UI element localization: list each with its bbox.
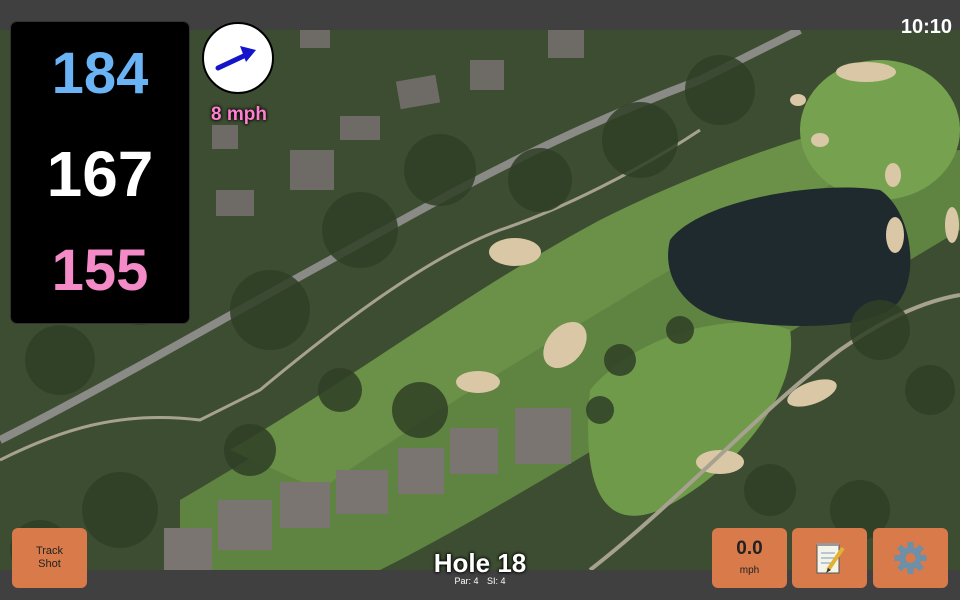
wind-indicator <box>202 22 274 94</box>
notepad-icon <box>816 543 845 574</box>
shot-distance-button[interactable]: 0.0 mph <box>712 528 787 588</box>
track-shot-label-line2: Shot <box>38 558 61 570</box>
clock: 10:10 <box>900 16 952 38</box>
hole-stroke-index: SI: 4 <box>487 576 506 586</box>
wind-direction-arrow-icon <box>215 46 256 71</box>
scorecard-button[interactable] <box>792 528 867 588</box>
track-shot-label-line1: Track <box>35 545 64 557</box>
distance-back: 184 <box>51 41 149 106</box>
gear-icon <box>894 542 927 574</box>
distance-front: 155 <box>51 238 149 303</box>
distance-middle: 167 <box>46 138 154 210</box>
hole-title: Hole 18 <box>433 548 527 578</box>
shot-distance-unit: mph <box>739 565 760 576</box>
distance-panel: 184 167 155 <box>11 22 189 323</box>
track-shot-button[interactable]: Track Shot <box>12 528 87 588</box>
hole-par: Par: 4 <box>454 576 479 586</box>
shot-distance-value: 0.0 <box>736 538 763 559</box>
wind-speed-label: 8 mph <box>211 104 267 125</box>
settings-button[interactable] <box>873 528 948 588</box>
hole-info: Par: 4 SI: 4 <box>400 576 560 586</box>
